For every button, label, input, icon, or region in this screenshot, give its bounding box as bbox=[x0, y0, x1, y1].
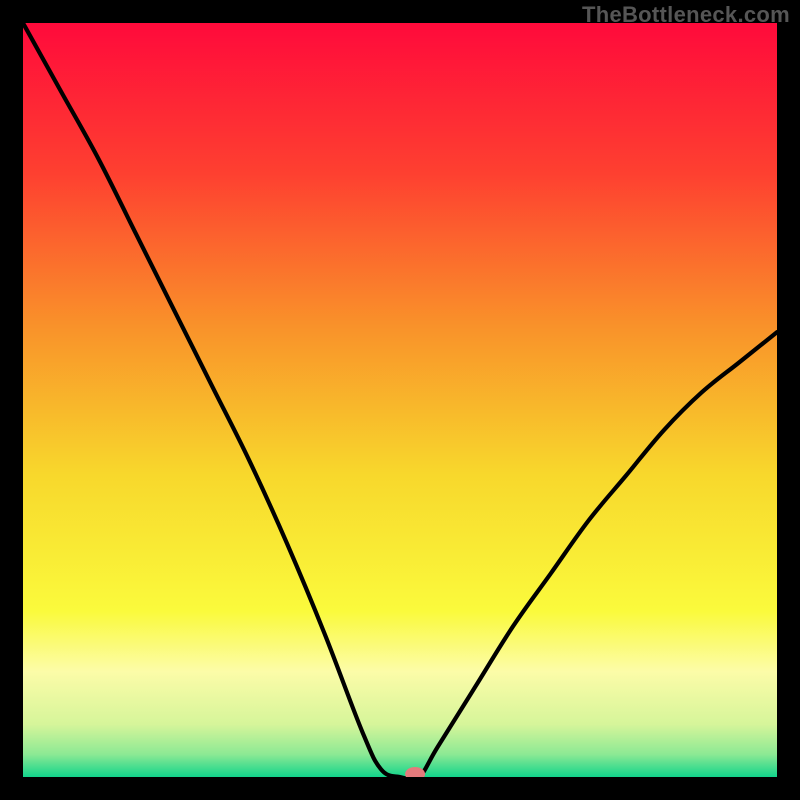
chart-frame: TheBottleneck.com bbox=[0, 0, 800, 800]
gradient-background bbox=[23, 23, 777, 777]
bottleneck-chart bbox=[23, 23, 777, 777]
